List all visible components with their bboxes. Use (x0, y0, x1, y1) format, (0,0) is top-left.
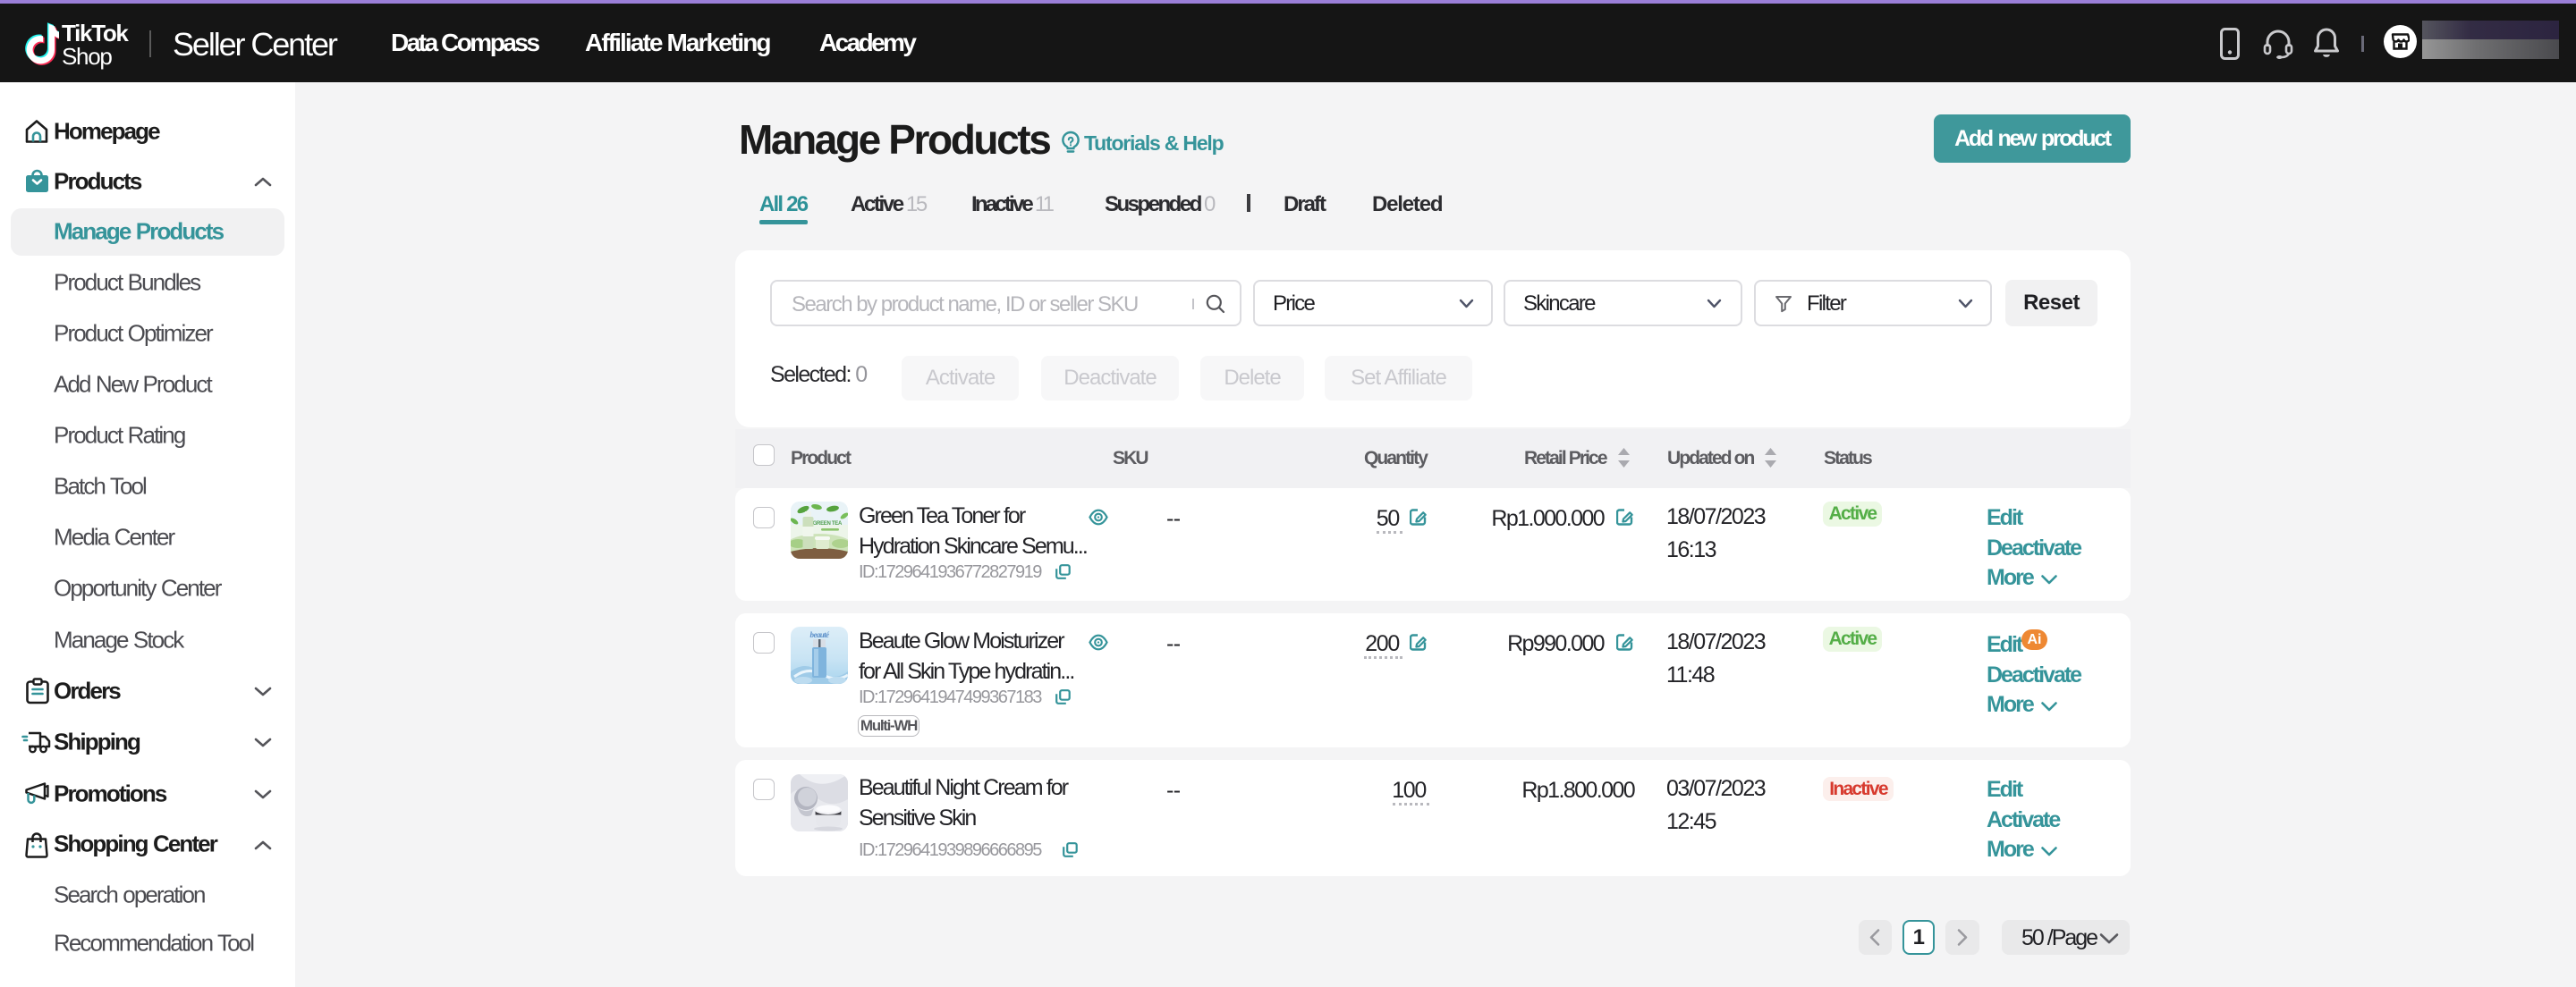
svg-text:GREEN TEA: GREEN TEA (813, 521, 843, 527)
svg-text:beauté: beauté (810, 630, 831, 639)
